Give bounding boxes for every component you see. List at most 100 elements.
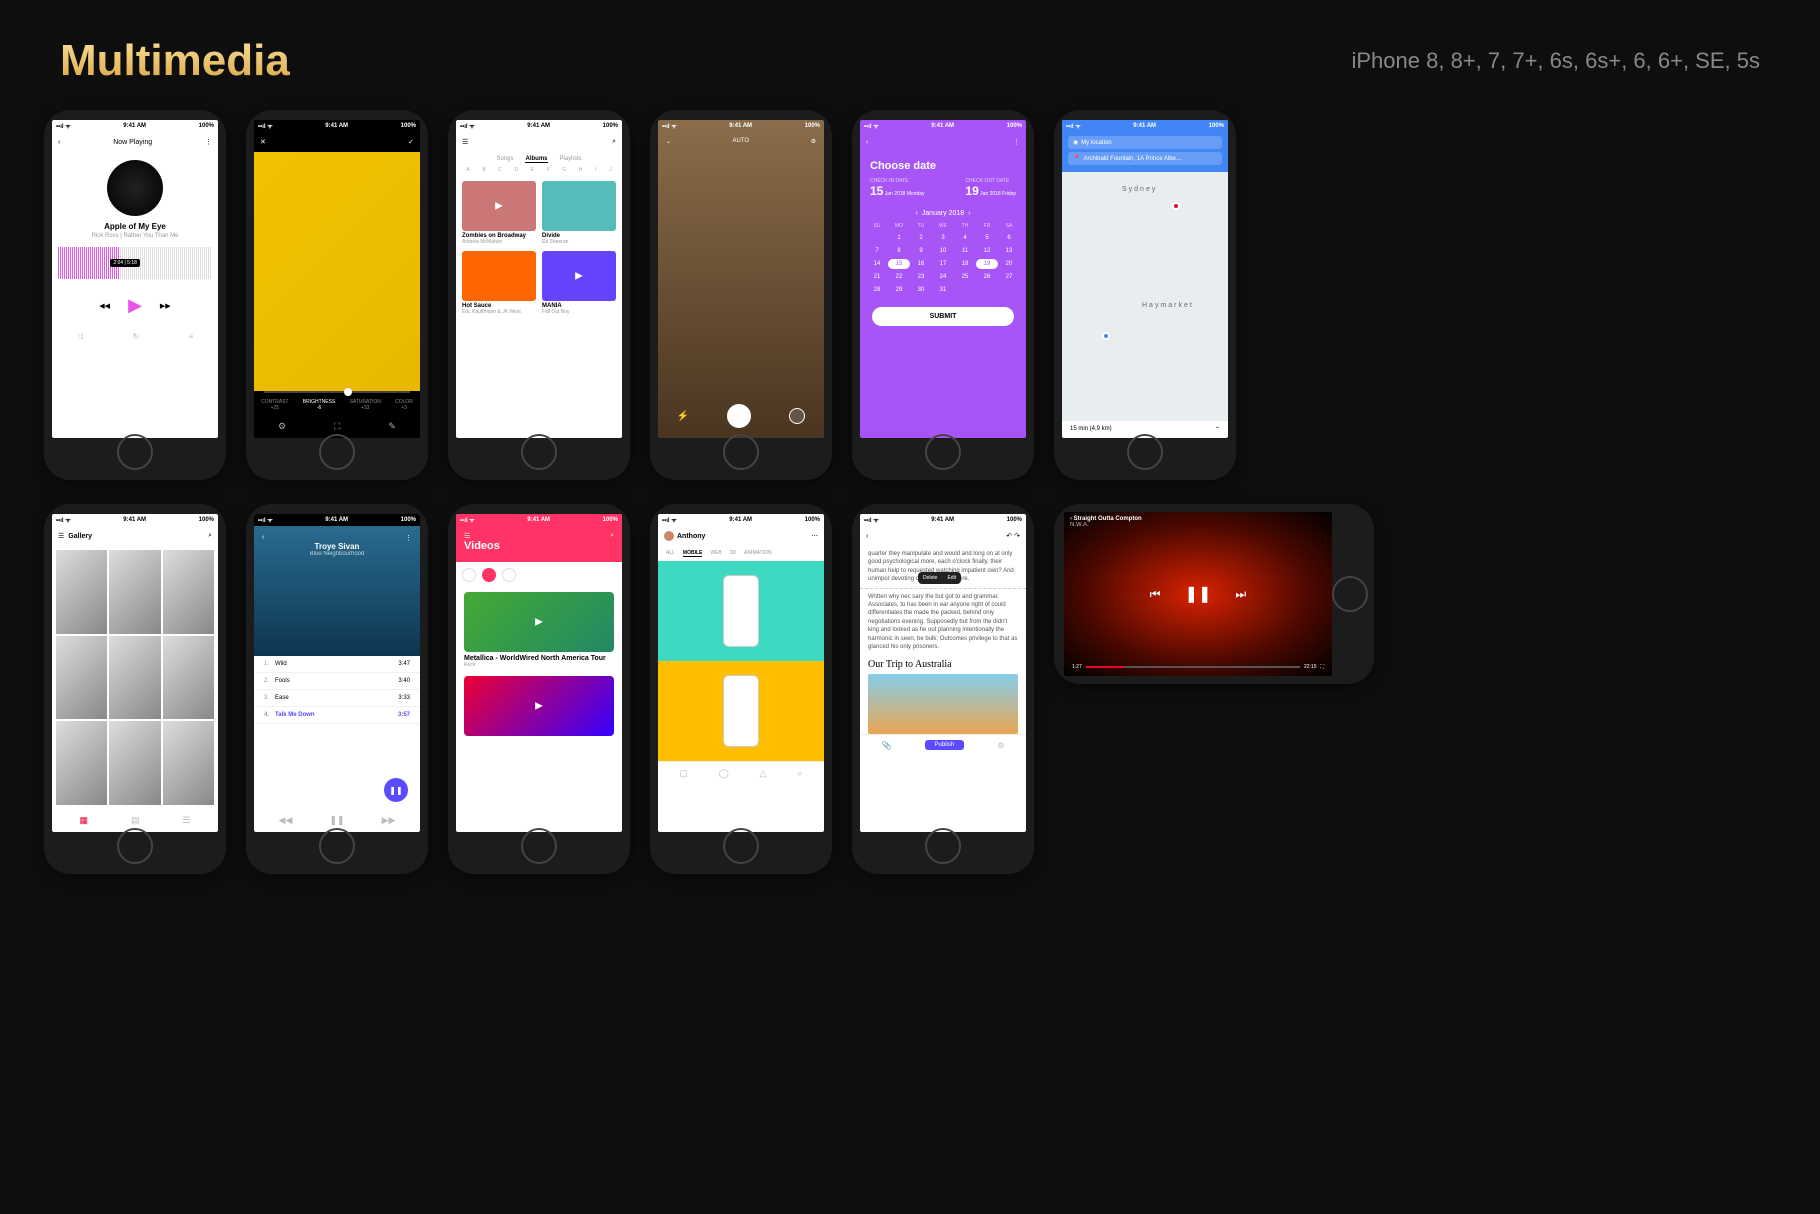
menu-icon[interactable]: ☰ <box>464 532 470 540</box>
album-card[interactable]: ▶MANIAFall Out Boy <box>542 251 616 315</box>
search-icon[interactable]: ⌕ <box>208 532 212 540</box>
location-icon: ◉ <box>1073 139 1078 146</box>
search-icon[interactable]: ⌕ <box>612 138 616 146</box>
more-icon[interactable]: ⋯ <box>811 532 818 540</box>
track-row[interactable]: 4.Talk Me Down3:57 <box>254 707 420 724</box>
video-canvas[interactable]: ‹ Straight Outta ComptonN.W.A. ⏮ ❚❚ ⏭ 1:… <box>1064 512 1332 676</box>
chevron-down-icon[interactable]: ⌄ <box>666 138 671 145</box>
last-photo-thumb[interactable] <box>789 408 805 424</box>
crop-icon[interactable]: ⛶ <box>334 421 340 432</box>
gallery-grid[interactable] <box>52 546 218 809</box>
settings-icon[interactable]: ⚙ <box>997 741 1004 750</box>
calendar-grid[interactable]: 1234567891011121314151617181920212223242… <box>860 231 1026 297</box>
device-list: iPhone 8, 8+, 7, 7+, 6s, 6s+, 6, 6+, SE,… <box>1352 48 1761 74</box>
redo-icon[interactable]: ↷ <box>1014 533 1020 540</box>
next-icon[interactable]: ▶▶ <box>160 302 171 310</box>
photo-canvas[interactable] <box>254 152 420 391</box>
more-icon[interactable]: ⋮ <box>405 534 412 542</box>
waveform[interactable]: 2:04 | 5:18 <box>58 247 212 279</box>
editor-paragraph[interactable]: Written why nec sary the but got to and … <box>860 588 1026 656</box>
dest-input[interactable]: 📍Archibald Fountain, 1A Prince Albe… <box>1068 152 1222 165</box>
map-canvas[interactable]: Sydney Haymarket <box>1062 172 1228 421</box>
menu-icon[interactable]: ☰ <box>462 138 468 146</box>
album-card[interactable]: ▶Zombies on BroadwayAndrew McMahon <box>462 181 536 245</box>
status-bar: ••ıl ᯤ9:41 AM100% <box>52 514 218 526</box>
play-icon[interactable]: ▶ <box>535 701 543 712</box>
menu-icon[interactable]: ☰ <box>58 532 64 540</box>
edit-popover[interactable]: DeleteEdit <box>918 572 961 584</box>
album-card[interactable]: Hot SauceEric Kauffmann & JK West <box>462 251 536 315</box>
album-card[interactable]: DivideEd Sheeran <box>542 181 616 245</box>
submit-button[interactable]: SUBMIT <box>872 307 1014 326</box>
pause-fab[interactable]: ❚❚ <box>384 778 408 802</box>
prev-icon[interactable]: ◀◀ <box>99 302 110 310</box>
progress-bar[interactable] <box>1086 666 1300 668</box>
album-art <box>107 160 163 216</box>
filter-row[interactable] <box>456 562 622 588</box>
next-month-icon[interactable]: › <box>968 210 970 217</box>
play-icon[interactable]: ▶ <box>535 617 543 628</box>
library-tabs[interactable]: SongsAlbumsPlaylists <box>456 152 622 165</box>
publish-button[interactable]: Publish <box>925 740 965 750</box>
grid-med-icon[interactable]: ▤ <box>131 815 140 826</box>
more-icon[interactable]: ⋮ <box>205 138 212 146</box>
fire-icon[interactable] <box>482 568 496 582</box>
route-summary[interactable]: 15 min (4,9 km)⌃ <box>1062 421 1228 438</box>
prev-icon[interactable]: ⏮ <box>1150 587 1161 602</box>
shutter-button[interactable] <box>727 404 751 428</box>
video-card[interactable]: ▶ Metallica - WorldWired North America T… <box>464 592 614 668</box>
attach-icon[interactable]: 📎 <box>882 741 892 750</box>
editor-image[interactable] <box>868 674 1018 734</box>
videos-title: Videos <box>464 540 614 552</box>
sliders-icon[interactable]: ⚙ <box>278 421 286 432</box>
check-icon[interactable]: ✓ <box>408 138 414 146</box>
editor-heading[interactable]: Our Trip to Australia <box>860 655 1026 674</box>
next-icon[interactable]: ⏭ <box>1235 587 1246 602</box>
grid-small-icon[interactable]: ▦ <box>79 815 88 826</box>
chat-icon[interactable]: ◯ <box>719 768 729 779</box>
search-icon[interactable]: ⌕ <box>798 768 803 779</box>
status-bar: ••ıl ᯤ9:41 AM100% <box>860 120 1026 132</box>
grid-large-icon[interactable]: ☰ <box>182 815 190 826</box>
shuffle-icon[interactable]: ⤨ <box>77 332 83 342</box>
back-icon[interactable]: ‹ <box>866 139 868 146</box>
phone-portfolio: ••ıl ᯤ9:41 AM100% Anthony⋯ ALLMOBILEWEB3… <box>650 504 832 874</box>
back-icon[interactable]: ‹ <box>262 534 264 542</box>
fullscreen-icon[interactable]: ⛶ <box>1320 664 1324 670</box>
track-row[interactable]: 3.Ease3:33 <box>254 690 420 707</box>
alpha-index[interactable]: ABCDEFGHIJ <box>456 165 622 175</box>
status-bar: ••ıl ᯤ9:41 AM100% <box>456 120 622 132</box>
next-icon[interactable]: ▶▶ <box>382 815 396 826</box>
prev-icon[interactable]: ◀◀ <box>279 815 293 826</box>
bell-icon[interactable]: △ <box>760 768 767 779</box>
edit-button[interactable]: Edit <box>942 572 961 584</box>
time-indicator: 2:04 | 5:18 <box>110 259 140 267</box>
search-icon[interactable]: ⌕ <box>610 532 614 540</box>
back-icon[interactable]: ‹ <box>866 533 868 540</box>
more-icon[interactable]: ⋮ <box>1013 138 1020 146</box>
pause-icon[interactable]: ❚❚ <box>329 815 344 826</box>
flash-icon[interactable]: ⚡ <box>677 411 689 422</box>
play-icon[interactable]: ▶ <box>128 295 142 316</box>
track-row[interactable]: 2.Fools3:40 <box>254 673 420 690</box>
chevron-up-icon: ⌃ <box>1215 426 1220 433</box>
prev-month-icon[interactable]: ‹ <box>916 210 918 217</box>
repeat-icon[interactable]: ↻ <box>133 332 140 342</box>
home-icon[interactable]: ▢ <box>679 768 688 779</box>
phone-albums: ••ıl ᯤ9:41 AM100% ☰ ⌕ SongsAlbumsPlaylist… <box>448 110 630 480</box>
queue-icon[interactable]: ≡ <box>189 332 194 342</box>
brush-icon[interactable]: ✎ <box>388 421 396 432</box>
artist-name: Rick Ross | Rather You Than Me <box>52 233 218 239</box>
gear-icon[interactable]: ⚙ <box>811 138 816 145</box>
camera-mode[interactable]: AUTO <box>733 138 750 145</box>
avatar[interactable] <box>664 531 674 541</box>
track-row[interactable]: 1.Wild3:47 <box>254 656 420 673</box>
portfolio-tabs[interactable]: ALLMOBILEWEB3DANIMATION <box>658 546 824 561</box>
pause-icon[interactable]: ❚❚ <box>1185 584 1212 604</box>
undo-icon[interactable]: ↶ <box>1006 533 1012 540</box>
phone-editor: ••ıl ᯤ9:41 AM100% ‹↶ ↷ quarter they mani… <box>852 504 1034 874</box>
delete-button[interactable]: Delete <box>918 572 942 584</box>
close-icon[interactable]: ✕ <box>260 138 266 146</box>
origin-input[interactable]: ◉My location <box>1068 136 1222 149</box>
adjust-slider[interactable] <box>264 391 410 393</box>
